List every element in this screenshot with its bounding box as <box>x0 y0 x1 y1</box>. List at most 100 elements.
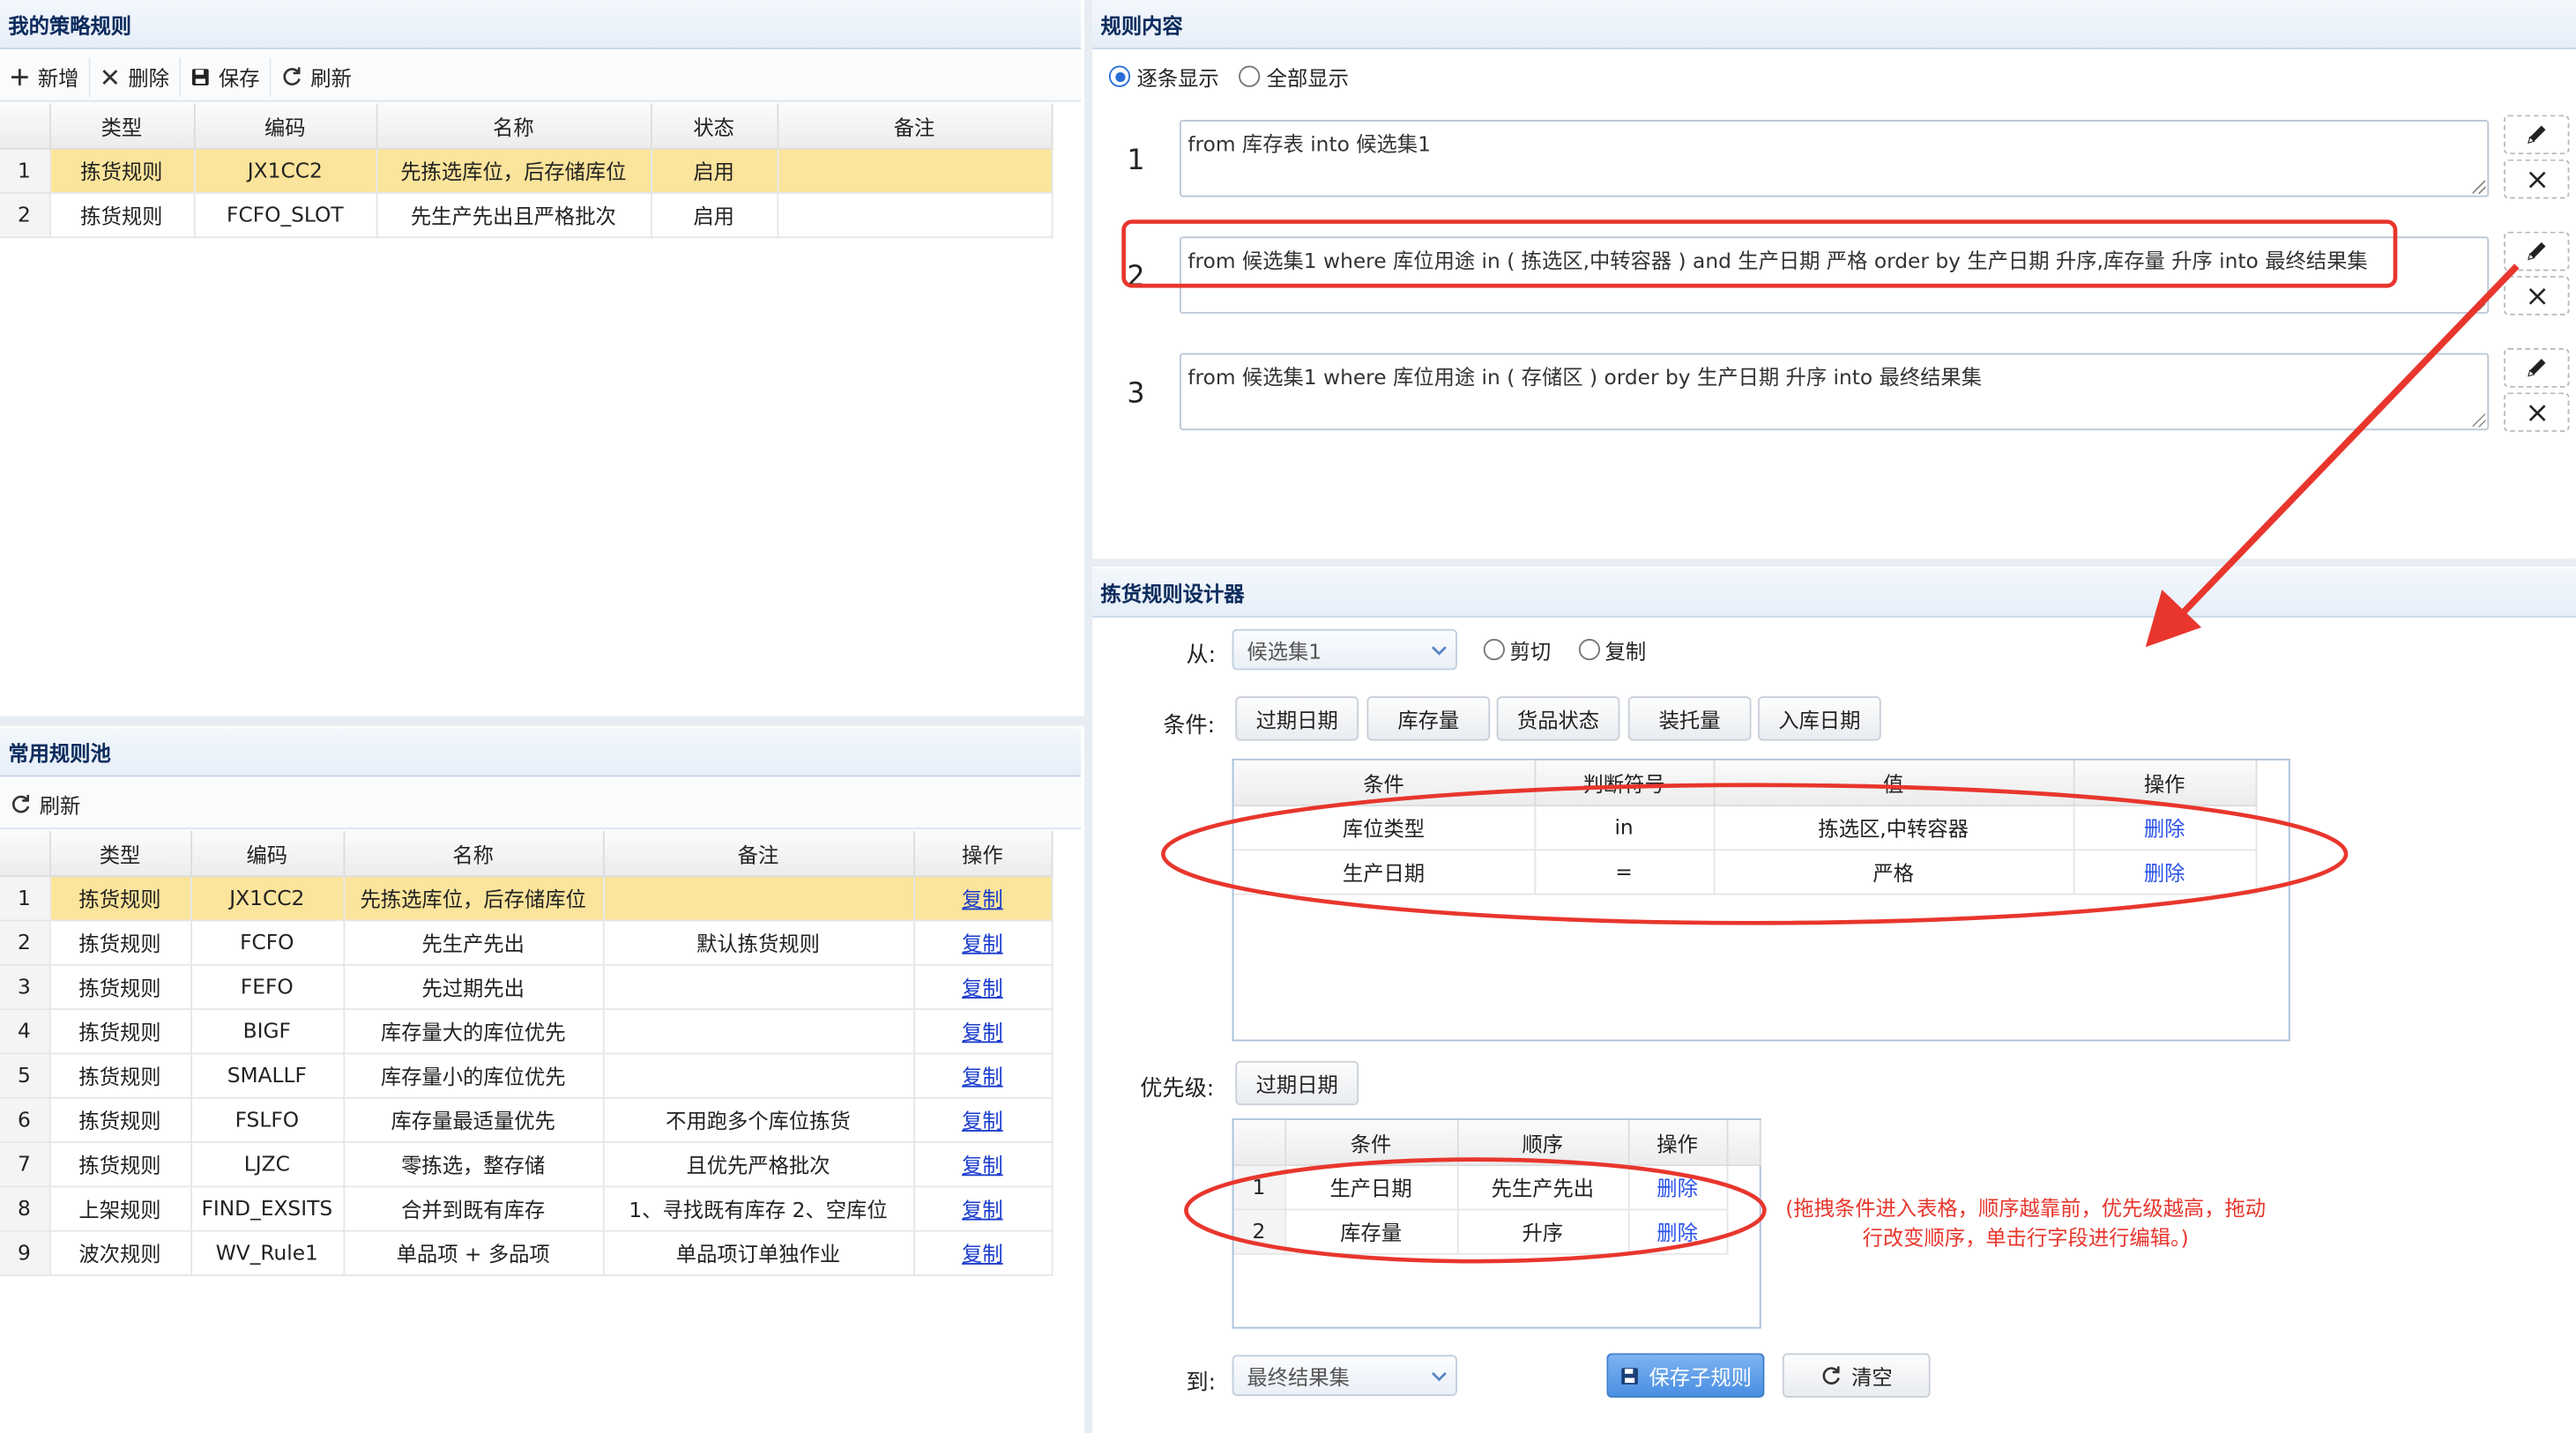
cell-value[interactable]: 拣选区,中转容器 <box>1713 805 2074 850</box>
table-row[interactable]: 8 上架规则 FIND_EXSITS 合并到既有库存 1、寻找既有库存 2、空库位 复制 <box>0 1185 1053 1231</box>
table-row[interactable]: 生产日期 = 严格 删除 <box>1233 849 2257 895</box>
column-header[interactable]: 条件 <box>1284 1119 1458 1166</box>
condition-chip[interactable]: 入库日期 <box>1757 696 1881 741</box>
cell-condition[interactable]: 库位类型 <box>1233 805 1536 850</box>
cell-name[interactable]: 先生产先出且严格批次 <box>376 192 651 238</box>
copy-rule-link[interactable]: 复制 <box>962 1109 1003 1133</box>
column-header[interactable]: 操作 <box>913 830 1053 877</box>
mode-stepwise-radio[interactable]: 逐条显示 <box>1108 61 1219 92</box>
edit-line-button[interactable] <box>2503 348 2570 388</box>
cell-code[interactable]: JX1CC2 <box>193 147 377 193</box>
edit-line-button[interactable] <box>2503 115 2570 155</box>
column-header[interactable]: 编码 <box>190 830 345 877</box>
table-row[interactable]: 2 库存量 升序 删除 <box>1233 1208 1759 1254</box>
copy-radio[interactable]: 复制 <box>1578 634 1646 665</box>
to-select[interactable]: 最终结果集 <box>1232 1355 1457 1396</box>
resize-grip-icon[interactable] <box>2472 413 2486 427</box>
cell-name[interactable]: 库存量小的库位优先 <box>343 1052 604 1098</box>
from-select[interactable]: 候选集1 <box>1232 628 1457 671</box>
cell-code[interactable]: FIND_EXSITS <box>190 1185 345 1231</box>
copy-rule-link[interactable]: 复制 <box>962 1020 1003 1044</box>
mode-all-radio[interactable]: 全部显示 <box>1239 61 1349 92</box>
cell-remark[interactable]: 且优先严格批次 <box>602 1141 915 1187</box>
refresh-button[interactable]: 刷新 <box>272 56 362 96</box>
cell-code[interactable]: JX1CC2 <box>190 875 345 921</box>
cell-name[interactable]: 合并到既有库存 <box>343 1185 604 1231</box>
cell-code[interactable]: FCFO <box>190 919 345 965</box>
cell-remark[interactable] <box>602 963 915 1010</box>
table-row[interactable]: 9 波次规则 WV_Rule1 单品项 + 多品项 单品项订单独作业 复制 <box>0 1229 1053 1276</box>
cell-code[interactable]: BIGF <box>190 1008 345 1054</box>
cell-remark[interactable]: 1、寻找既有库存 2、空库位 <box>602 1185 915 1231</box>
column-header[interactable]: 编码 <box>193 103 377 149</box>
condition-chip[interactable]: 装托量 <box>1627 696 1752 741</box>
cell-code[interactable]: FSLFO <box>190 1096 345 1143</box>
cell-code[interactable]: FCFO_SLOT <box>193 192 377 238</box>
column-header[interactable]: 类型 <box>48 103 195 149</box>
cell-remark[interactable] <box>777 147 1053 193</box>
priority-chip[interactable]: 过期日期 <box>1235 1060 1359 1106</box>
cell-operator[interactable]: in <box>1534 805 1715 850</box>
vertical-splitter[interactable] <box>1083 0 1093 1433</box>
cell-remark[interactable] <box>777 192 1053 238</box>
cell-type[interactable]: 拣货规则 <box>48 192 195 238</box>
cell-remark[interactable]: 单品项订单独作业 <box>602 1229 915 1276</box>
cell-type[interactable]: 拣货规则 <box>48 1052 192 1098</box>
table-row[interactable]: 库位类型 in 拣选区,中转容器 删除 <box>1233 805 2257 850</box>
cell-order[interactable]: 先生产先出 <box>1456 1164 1629 1210</box>
edit-line-button[interactable] <box>2503 231 2570 271</box>
cell-name[interactable]: 先生产先出 <box>343 919 604 965</box>
column-header[interactable]: 名称 <box>343 830 604 877</box>
column-header[interactable]: 备注 <box>777 103 1053 149</box>
save-button[interactable]: 保存 <box>181 56 272 97</box>
cell-name[interactable]: 零拣选，整存储 <box>343 1141 604 1187</box>
cell-code[interactable]: FEFO <box>190 963 345 1010</box>
column-header[interactable]: 顺序 <box>1456 1119 1629 1166</box>
horizontal-splitter[interactable] <box>0 716 1084 726</box>
cell-type[interactable]: 拣货规则 <box>48 1008 192 1054</box>
cut-radio[interactable]: 剪切 <box>1483 634 1551 665</box>
table-row[interactable]: 2 拣货规则 FCFO_SLOT 先生产先出且严格批次 启用 <box>0 192 1053 238</box>
cell-status[interactable]: 启用 <box>650 192 778 238</box>
table-row[interactable]: 1 拣货规则 JX1CC2 先拣选库位，后存储库位 复制 <box>0 875 1053 921</box>
resize-grip-icon[interactable] <box>2472 297 2486 311</box>
remove-line-button[interactable] <box>2503 392 2570 433</box>
column-header[interactable]: 值 <box>1713 760 2074 806</box>
cell-code[interactable]: LJZC <box>190 1141 345 1187</box>
delete-row-link[interactable]: 删除 <box>2144 816 2185 841</box>
cell-code[interactable]: SMALLF <box>190 1052 345 1098</box>
save-subrule-button[interactable]: 保存子规则 <box>1606 1353 1765 1398</box>
column-header[interactable]: 名称 <box>376 103 651 149</box>
delete-row-link[interactable]: 删除 <box>2144 860 2185 885</box>
cell-type[interactable]: 拣货规则 <box>48 875 192 921</box>
rule-line-textarea[interactable]: from 库存表 into 候选集1 <box>1179 120 2490 197</box>
cell-remark[interactable] <box>602 1052 915 1098</box>
clear-button[interactable]: 清空 <box>1782 1353 1931 1398</box>
rule-line-textarea[interactable]: from 候选集1 where 库位用途 in ( 存储区 ) order by… <box>1179 353 2490 431</box>
cell-status[interactable]: 启用 <box>650 147 778 193</box>
copy-rule-link[interactable]: 复制 <box>962 932 1003 956</box>
cell-type[interactable]: 拣货规则 <box>48 1096 192 1143</box>
cell-type[interactable]: 拣货规则 <box>48 919 192 965</box>
delete-row-link[interactable]: 删除 <box>1657 1221 1698 1245</box>
column-header[interactable]: 状态 <box>650 103 778 149</box>
cell-type[interactable]: 波次规则 <box>48 1229 192 1276</box>
cell-order[interactable]: 升序 <box>1456 1208 1629 1254</box>
resize-grip-icon[interactable] <box>2472 180 2486 194</box>
remove-line-button[interactable] <box>2503 276 2570 316</box>
cell-remark[interactable] <box>602 875 915 921</box>
cell-type[interactable]: 拣货规则 <box>48 1141 192 1187</box>
column-header[interactable]: 条件 <box>1233 760 1536 806</box>
table-row[interactable]: 7 拣货规则 LJZC 零拣选，整存储 且优先严格批次 复制 <box>0 1141 1053 1187</box>
add-button[interactable]: 新增 <box>0 56 91 97</box>
column-header[interactable]: 操作 <box>2073 760 2257 806</box>
table-row[interactable]: 6 拣货规则 FSLFO 库存量最适量优先 不用跑多个库位拣货 复制 <box>0 1096 1053 1143</box>
table-row[interactable]: 3 拣货规则 FEFO 先过期先出 复制 <box>0 963 1053 1010</box>
condition-chip[interactable]: 货品状态 <box>1496 696 1620 741</box>
cell-code[interactable]: WV_Rule1 <box>190 1229 345 1276</box>
copy-rule-link[interactable]: 复制 <box>962 1065 1003 1089</box>
cell-remark[interactable] <box>602 1008 915 1054</box>
table-row[interactable]: 2 拣货规则 FCFO 先生产先出 默认拣货规则 复制 <box>0 919 1053 965</box>
table-row[interactable]: 5 拣货规则 SMALLF 库存量小的库位优先 复制 <box>0 1052 1053 1098</box>
delete-button[interactable]: 删除 <box>91 56 182 97</box>
